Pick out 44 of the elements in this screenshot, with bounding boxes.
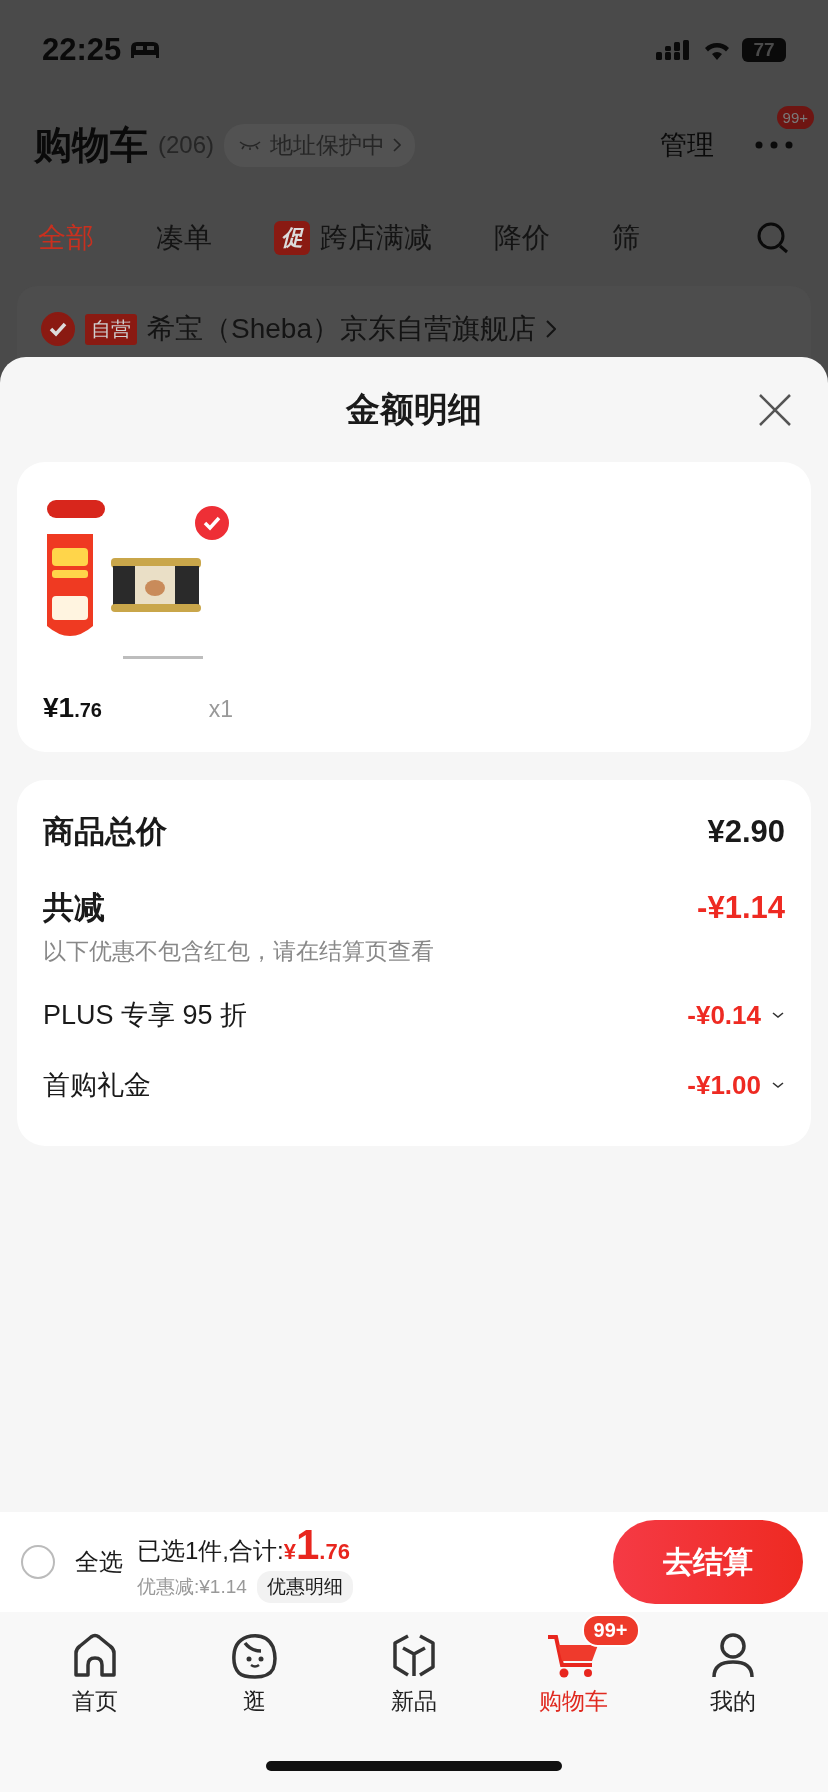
notification-badge: 99+ (776, 106, 814, 129)
checkout-button[interactable]: 去结算 (613, 1520, 803, 1604)
discount-label: 首购礼金 (43, 1069, 152, 1102)
page-title: 购物车 (34, 122, 148, 168)
signal-icon (656, 38, 692, 62)
saving-text: 优惠减:¥1.14 (137, 1575, 247, 1599)
status-time: 22:25 (42, 32, 122, 68)
item-checkbox[interactable] (195, 506, 229, 540)
chevron-right-icon[interactable] (545, 320, 556, 338)
select-all-checkbox[interactable] (21, 1545, 55, 1579)
total-amount: ¥1.76 (283, 1521, 350, 1569)
manage-button[interactable]: 管理 (660, 127, 714, 163)
nav-tab[interactable]: 首页 (15, 1612, 175, 1732)
chevron-right-icon (393, 138, 402, 152)
chevron-icon[interactable] (771, 1081, 785, 1089)
bed-icon (129, 40, 162, 60)
nav-tab[interactable]: 我的 (653, 1612, 813, 1732)
reduction-label: 共减 (43, 889, 105, 927)
nav-tab[interactable]: 逛 (174, 1612, 335, 1732)
total-label: 商品总价 (43, 813, 167, 851)
discount-detail-button[interactable]: 优惠明细 (256, 1571, 353, 1603)
chevron-icon[interactable] (771, 1011, 785, 1019)
discount-label: PLUS 专享 95 折 (43, 999, 249, 1032)
nav-tab[interactable]: 99+ 购物车 (493, 1612, 654, 1732)
discount-value: -¥0.14 (687, 999, 761, 1031)
battery-icon: 77 (742, 38, 786, 62)
item-quantity: x1 (208, 696, 233, 723)
search-icon[interactable] (756, 221, 790, 255)
total-value: ¥2.90 (707, 814, 785, 850)
reduction-value: -¥1.14 (697, 890, 785, 926)
smiling-blob-icon (229, 1631, 280, 1681)
closed-eye-icon (238, 139, 263, 151)
more-icon[interactable] (754, 140, 794, 150)
nav-tab[interactable]: 新品 (334, 1612, 494, 1732)
self-operated-tag: 自营 (85, 313, 137, 345)
cart-count-badge: 99+ (581, 1614, 640, 1647)
item-price: ¥1.76 (43, 692, 102, 724)
discount-note: 以下优惠不包含红包，请在结算页查看 (43, 937, 435, 966)
store-checkbox[interactable] (41, 312, 75, 346)
select-all-label[interactable]: 全选 (75, 1546, 123, 1578)
close-icon[interactable] (758, 393, 792, 427)
selected-summary: 已选1件,合计: (137, 1536, 284, 1566)
discount-value: -¥1.00 (687, 1069, 761, 1101)
sheet-title: 金额明细 (346, 388, 482, 430)
